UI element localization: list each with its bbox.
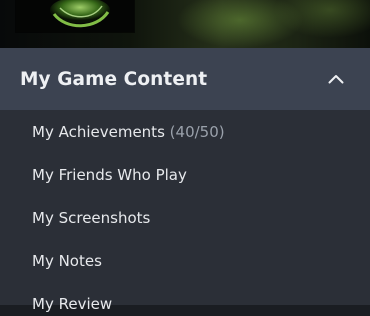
my-game-content-header[interactable]: My Game Content <box>0 48 370 110</box>
game-thumbnail[interactable] <box>16 0 134 32</box>
game-content-list: My Achievements (40/50) My Friends Who P… <box>0 110 370 313</box>
list-item-my-notes[interactable]: My Notes <box>32 249 102 273</box>
item-label: My Achievements <box>32 123 165 141</box>
list-item-my-friends-who-play[interactable]: My Friends Who Play <box>32 163 187 187</box>
item-label: My Notes <box>32 252 102 270</box>
item-label: My Screenshots <box>32 209 151 227</box>
game-hero-banner <box>0 0 370 48</box>
game-art-thumbnail <box>16 0 134 32</box>
list-item-my-review[interactable]: My Review <box>32 292 112 316</box>
achievements-count: (40/50) <box>169 123 225 141</box>
section-title: My Game Content <box>20 68 208 90</box>
item-label: My Friends Who Play <box>32 166 187 184</box>
list-item-my-screenshots[interactable]: My Screenshots <box>32 206 150 230</box>
list-item-my-achievements[interactable]: My Achievements (40/50) <box>32 120 225 144</box>
chevron-up-icon[interactable] <box>328 71 344 87</box>
item-label: My Review <box>32 295 113 313</box>
